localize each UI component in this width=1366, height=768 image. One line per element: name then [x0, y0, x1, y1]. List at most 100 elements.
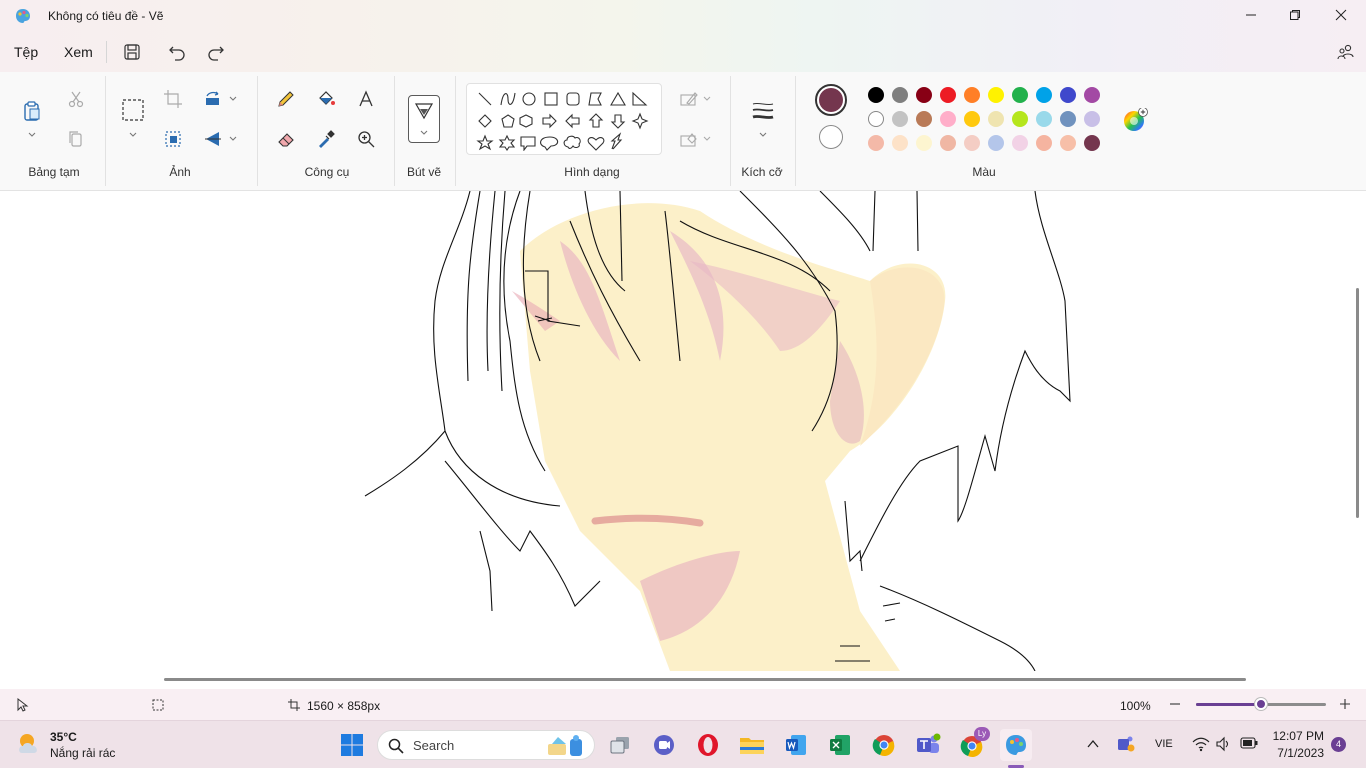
color-swatch[interactable]	[892, 87, 908, 103]
notification-count-badge[interactable]: 4	[1331, 737, 1346, 752]
weather-description[interactable]: Nắng rải rác	[50, 746, 115, 760]
horizontal-scrollbar[interactable]	[164, 678, 1246, 681]
edit-colors-button[interactable]	[1122, 107, 1148, 132]
color-picker-button[interactable]	[313, 126, 339, 152]
lightning-shape[interactable]	[610, 132, 623, 150]
color-swatch[interactable]	[964, 135, 980, 151]
paste-chevron-down-icon[interactable]	[27, 130, 37, 140]
color-swatch[interactable]	[892, 111, 908, 127]
right-triangle-shape[interactable]	[632, 91, 648, 106]
curve-shape[interactable]	[500, 92, 516, 106]
excel-button[interactable]	[824, 729, 856, 761]
drawing-canvas[interactable]	[0, 191, 1366, 671]
color-swatch[interactable]	[1084, 87, 1100, 103]
paint-taskbar-button[interactable]	[1000, 729, 1032, 768]
paste-button[interactable]	[18, 97, 46, 125]
zoom-out-icon[interactable]	[1169, 698, 1181, 710]
input-language-indicator[interactable]: VIE	[1155, 738, 1173, 750]
rotate-button[interactable]	[200, 86, 226, 112]
chevron-up-icon[interactable]	[1086, 738, 1100, 750]
callout-rectangle-shape[interactable]	[520, 136, 536, 151]
color-swatch[interactable]	[988, 111, 1004, 127]
menu-view[interactable]: Xem	[64, 44, 93, 60]
weather-temperature[interactable]: 35°C	[50, 730, 77, 744]
color-swatch[interactable]	[1012, 87, 1028, 103]
clock-time[interactable]: 12:07 PM	[1272, 729, 1324, 743]
task-view-button[interactable]	[604, 729, 636, 761]
minimize-button[interactable]	[1228, 0, 1274, 30]
diamond-shape[interactable]	[478, 114, 492, 128]
zoom-slider-thumb[interactable]	[1255, 698, 1267, 710]
shape-fill-button[interactable]	[676, 126, 702, 152]
color-swatch[interactable]	[1084, 111, 1100, 127]
arrow-up-shape[interactable]	[588, 113, 604, 128]
crop-button[interactable]	[160, 86, 186, 112]
battery-icon[interactable]	[1240, 737, 1258, 749]
volume-icon[interactable]	[1215, 736, 1231, 752]
color-swatch[interactable]	[964, 87, 980, 103]
taskbar-search-box[interactable]: Search	[377, 730, 595, 760]
shape-fill-chevron-down-icon[interactable]	[702, 134, 712, 144]
color-swatch[interactable]	[868, 87, 884, 103]
color-swatch[interactable]	[916, 111, 932, 127]
triangle-shape[interactable]	[610, 91, 626, 106]
redo-button[interactable]	[204, 40, 228, 64]
outline-chevron-down-icon[interactable]	[702, 94, 712, 104]
menu-file[interactable]: Tệp	[14, 44, 38, 60]
outline-button[interactable]	[676, 86, 702, 112]
color-swatch[interactable]	[940, 111, 956, 127]
hexagon-shape[interactable]	[519, 114, 533, 128]
teams-button[interactable]	[912, 729, 944, 761]
color-swatch[interactable]	[1060, 111, 1076, 127]
chrome-button[interactable]	[868, 729, 900, 761]
text-button[interactable]	[353, 86, 379, 112]
callout-cloud-shape[interactable]	[563, 135, 581, 149]
callout-oval-shape[interactable]	[540, 136, 559, 151]
file-explorer-button[interactable]	[736, 729, 768, 761]
color-swatch[interactable]	[940, 135, 956, 151]
brushes-button[interactable]	[408, 95, 440, 143]
line-shape[interactable]	[478, 92, 492, 106]
undo-button[interactable]	[165, 40, 189, 64]
pencil-button[interactable]	[273, 86, 299, 112]
teams-tray-icon[interactable]	[1116, 735, 1136, 753]
color-swatch[interactable]	[964, 111, 980, 127]
restore-button[interactable]	[1272, 0, 1318, 30]
flip-chevron-down-icon[interactable]	[228, 134, 238, 144]
chat-app-button[interactable]	[648, 729, 680, 761]
start-button[interactable]	[336, 729, 368, 761]
rotate-chevron-down-icon[interactable]	[228, 94, 238, 104]
weather-sun-cloud-icon[interactable]	[16, 731, 44, 757]
color-swatch[interactable]	[1060, 135, 1076, 151]
word-button[interactable]	[780, 729, 812, 761]
heart-shape[interactable]	[587, 137, 605, 151]
copy-button[interactable]	[63, 126, 89, 152]
cut-button[interactable]	[63, 86, 89, 112]
color-swatch[interactable]	[1012, 135, 1028, 151]
color-swatch[interactable]	[1036, 87, 1052, 103]
arrow-down-shape[interactable]	[610, 114, 626, 129]
flip-button[interactable]	[200, 126, 226, 152]
opera-button[interactable]	[692, 729, 724, 761]
color-swatch[interactable]	[1060, 87, 1076, 103]
zoom-slider-track[interactable]	[1196, 698, 1326, 710]
size-button[interactable]	[748, 96, 778, 126]
clock-date[interactable]: 7/1/2023	[1272, 746, 1324, 760]
arrow-left-shape[interactable]	[565, 113, 580, 129]
color-swatch[interactable]	[1084, 135, 1100, 151]
chrome-profile-button[interactable]: Ly	[956, 727, 990, 761]
rounded-rectangle-shape[interactable]	[566, 92, 580, 106]
color-swatch[interactable]	[988, 87, 1004, 103]
size-chevron-down-icon[interactable]	[758, 130, 768, 140]
pentagon-shape[interactable]	[501, 114, 515, 128]
fill-button[interactable]	[313, 86, 339, 112]
color-swatch[interactable]	[1036, 135, 1052, 151]
rectangle-shape[interactable]	[544, 92, 558, 106]
save-button[interactable]	[120, 40, 144, 64]
zoom-in-icon[interactable]	[1339, 698, 1351, 710]
share-button[interactable]	[1334, 40, 1358, 64]
select-chevron-down-icon[interactable]	[128, 130, 138, 140]
six-point-star-shape[interactable]	[498, 134, 516, 151]
oval-shape[interactable]	[522, 92, 536, 106]
color-swatch[interactable]	[868, 135, 884, 151]
